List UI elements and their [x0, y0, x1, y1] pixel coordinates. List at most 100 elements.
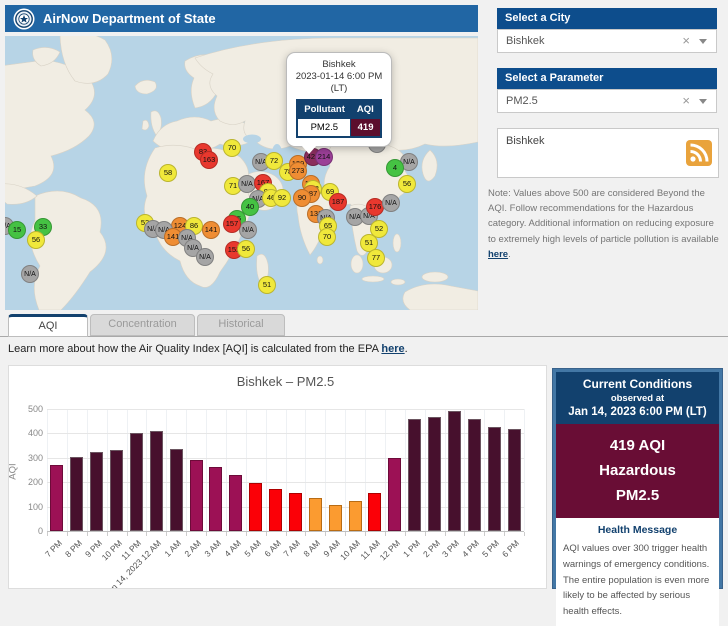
learn-more-text: Learn more about how the Air Quality Ind…: [8, 343, 408, 355]
conditions-aqi-block: 419 AQI Hazardous PM2.5: [556, 424, 719, 518]
chart-vertical-gridline: [266, 409, 267, 531]
app-header: AirNow Department of State: [5, 5, 478, 32]
aqi-marker[interactable]: N/A: [239, 221, 257, 239]
aqi-marker[interactable]: 56: [398, 175, 416, 193]
chart-x-tick: [286, 532, 287, 536]
aqi-marker[interactable]: 70: [318, 228, 336, 246]
chart-vertical-gridline: [146, 409, 147, 531]
aqi-bar-chart: Bishkek – PM2.5 AQI 01002003004005007 PM…: [8, 365, 547, 589]
select-city-header: Select a City: [497, 8, 717, 29]
aqi-marker[interactable]: 92: [273, 189, 291, 207]
aqi-marker[interactable]: 214: [315, 148, 333, 166]
learn-more-here-link[interactable]: here: [381, 343, 404, 355]
aqi-marker[interactable]: 77: [367, 249, 385, 267]
aqi-marker[interactable]: 56: [237, 240, 255, 258]
aqi-marker[interactable]: 15: [8, 221, 26, 239]
chart-y-tick-label: 0: [15, 526, 43, 536]
chart-x-tick: [445, 532, 446, 536]
aqi-marker[interactable]: 90: [293, 189, 311, 207]
chart-x-tick: [325, 532, 326, 536]
chart-x-tick: [385, 532, 386, 536]
app-title: AirNow Department of State: [43, 11, 216, 26]
chart-vertical-gridline: [365, 409, 366, 531]
chart-bar: [170, 449, 183, 531]
chart-bar: [150, 431, 163, 531]
aqi-marker[interactable]: 163: [200, 151, 218, 169]
aqi-marker[interactable]: 141: [202, 221, 220, 239]
chart-x-tick: [425, 532, 426, 536]
chart-x-tick: [524, 532, 525, 536]
chart-x-tick: [166, 532, 167, 536]
chart-x-tick: [266, 532, 267, 536]
note-text: Note: Values above 500 are considered Be…: [488, 186, 720, 262]
conditions-subtitle: observed at: [558, 393, 717, 404]
chart-bar: [190, 460, 203, 531]
state-department-seal-icon: [13, 8, 35, 30]
parameter-caret-icon[interactable]: [699, 99, 707, 104]
chart-x-tick: [226, 532, 227, 536]
chart-bar: [388, 458, 401, 531]
chart-bar: [349, 501, 362, 532]
city-caret-icon[interactable]: [699, 39, 707, 44]
chart-bar: [249, 483, 262, 531]
chart-bar: [508, 429, 521, 531]
city-clear-icon[interactable]: ×: [682, 30, 690, 52]
chart-y-tick-label: 200: [15, 477, 43, 487]
chart-x-tick: [47, 532, 48, 536]
parameter-select[interactable]: PM2.5 ×: [497, 89, 717, 113]
aqi-marker[interactable]: 58: [159, 164, 177, 182]
chart-x-tick: [246, 532, 247, 536]
chart-bar: [448, 411, 461, 531]
chart-vertical-gridline: [206, 409, 207, 531]
chart-vertical-gridline: [405, 409, 406, 531]
conditions-aqi-value: 419 AQI: [558, 434, 717, 459]
city-select[interactable]: Bishkek ×: [497, 29, 717, 53]
health-message-title: Health Message: [563, 524, 712, 536]
current-conditions-panel: Current Conditions observed at Jan 14, 2…: [552, 368, 723, 589]
chart-x-tick: [107, 532, 108, 536]
aqi-marker[interactable]: 70: [223, 139, 241, 157]
aqi-marker[interactable]: 157: [223, 215, 241, 233]
chart-vertical-gridline: [425, 409, 426, 531]
chart-x-tick: [504, 532, 505, 536]
conditions-datetime: Jan 14, 2023 6:00 PM (LT): [558, 406, 717, 418]
aqi-marker[interactable]: 56: [27, 231, 45, 249]
chart-x-tick: [186, 532, 187, 536]
popup-table: Pollutant AQI PM2.5 419: [296, 99, 382, 138]
chart-bar: [209, 467, 222, 531]
chart-bar: [428, 417, 441, 531]
tab-aqi[interactable]: AQI: [8, 314, 88, 337]
chart-y-tick-label: 400: [15, 428, 43, 438]
chart-bar: [90, 452, 103, 531]
chart-bar: [329, 505, 342, 531]
parameter-clear-icon[interactable]: ×: [682, 90, 690, 112]
aqi-marker[interactable]: N/A: [21, 265, 39, 283]
parameter-select-value: PM2.5: [506, 95, 538, 107]
rss-icon[interactable]: [686, 140, 712, 171]
chart-x-tick: [464, 532, 465, 536]
aqi-marker[interactable]: 4: [386, 159, 404, 177]
chart-y-tick-label: 500: [15, 404, 43, 414]
aqi-marker[interactable]: 187: [329, 193, 347, 211]
tab-historical[interactable]: Historical: [197, 314, 285, 336]
rss-feed-box: Bishkek: [497, 128, 719, 178]
chart-bar: [368, 493, 381, 531]
popup-col-aqi: AQI: [351, 100, 381, 119]
chart-bar: [289, 493, 302, 531]
aqi-marker[interactable]: N/A: [196, 248, 214, 266]
chart-vertical-gridline: [87, 409, 88, 531]
popup-pollutant-value: PM2.5: [297, 118, 351, 137]
note-here-link[interactable]: here: [488, 249, 508, 260]
tab-concentration[interactable]: Concentration: [90, 314, 195, 336]
chart-y-tick-label: 100: [15, 502, 43, 512]
chart-x-tick: [87, 532, 88, 536]
chart-vertical-gridline: [127, 409, 128, 531]
health-message-block: Health Message AQI values over 300 trigg…: [556, 518, 719, 625]
chart-bar: [468, 419, 481, 531]
aqi-marker[interactable]: N/A: [382, 194, 400, 212]
popup-col-pollutant: Pollutant: [297, 100, 351, 119]
aqi-marker[interactable]: 51: [258, 276, 276, 294]
world-aqi-map[interactable]: 708316358N/A727871N/A16794N/A46924045N/A…: [5, 36, 478, 310]
conditions-header: Current Conditions observed at Jan 14, 2…: [556, 372, 719, 424]
popup-tail: [301, 145, 317, 154]
